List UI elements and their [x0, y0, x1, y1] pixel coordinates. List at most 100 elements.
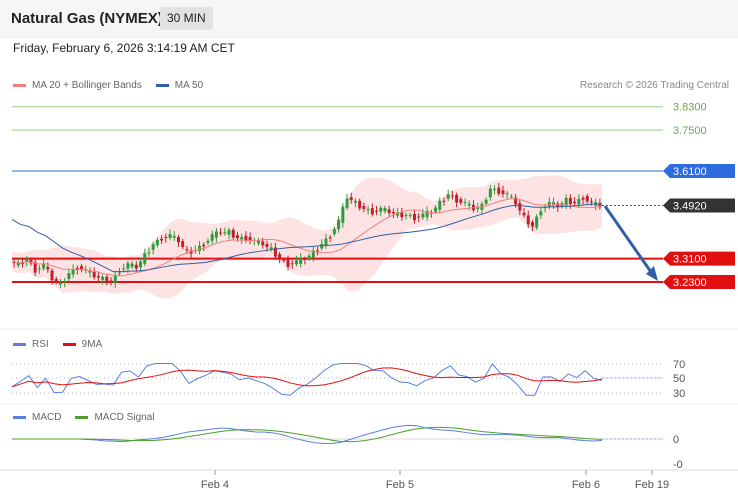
macd-panel: 0 -0	[12, 424, 683, 471]
candle-body	[101, 276, 105, 280]
candle-body	[160, 238, 164, 241]
candle-body	[404, 214, 408, 216]
candle-body	[362, 206, 366, 209]
candle-body	[303, 258, 307, 260]
panel-separators	[0, 328, 738, 471]
candle-body	[168, 234, 172, 238]
candle-body	[526, 215, 530, 225]
candle-body	[223, 232, 227, 234]
candle-body	[198, 245, 202, 252]
candle-body	[501, 190, 505, 195]
candle-body	[58, 282, 62, 285]
candle-body	[294, 260, 298, 265]
candle-body	[202, 244, 206, 247]
candle-body	[509, 196, 513, 198]
candle-body	[332, 229, 336, 235]
candle-body	[442, 200, 446, 202]
candle-body	[400, 212, 404, 218]
candle-body	[105, 276, 109, 283]
candle-body	[307, 255, 311, 259]
candle-body	[324, 238, 328, 246]
support-tag-label: 3.2300	[673, 277, 707, 289]
candle-body	[235, 235, 239, 239]
candle-body	[341, 206, 345, 223]
candle-body	[96, 276, 100, 278]
bollinger-band-area	[12, 175, 602, 299]
candle-body	[328, 237, 332, 239]
candle-body	[50, 270, 54, 281]
candle-body	[214, 231, 218, 238]
macd-level-label: -0	[673, 459, 683, 471]
rsi-panel: 70 50 30	[11, 359, 685, 400]
candle-body	[143, 253, 147, 264]
last-price-tag-label: 3.4920	[673, 200, 707, 212]
candle-body	[438, 200, 442, 210]
rsi-line	[11, 363, 603, 396]
candle-body	[117, 272, 121, 274]
candle-body	[151, 244, 155, 250]
x-tick-label: Feb 19	[635, 479, 669, 491]
candle-body	[181, 241, 185, 247]
candle-body	[54, 279, 58, 282]
candle-body	[463, 201, 467, 203]
candle-body	[278, 254, 282, 259]
candle-body	[210, 234, 214, 241]
candle-body	[522, 212, 526, 216]
resistance-tag-label: 3.6100	[673, 166, 707, 178]
target-level-label: 3.8300	[673, 102, 707, 114]
candle-body	[231, 230, 235, 238]
rsi-level-label: 50	[673, 373, 685, 385]
candle-body	[505, 193, 509, 195]
x-tick-label: Feb 5	[386, 479, 414, 491]
x-tick-label: Feb 4	[201, 479, 229, 491]
candle-body	[113, 274, 117, 284]
candle-body	[467, 203, 471, 206]
candle-body	[345, 198, 349, 208]
price-tags: 3.8300 3.7500 3.6100 3.4920 3.3100 3.2300	[663, 102, 735, 289]
candle-body	[370, 208, 374, 215]
support-tag-label: 3.3100	[673, 254, 707, 266]
candle-body	[353, 200, 357, 203]
price-chart[interactable]: 3.8300 3.7500 3.6100 3.4920 3.3100 3.2300 70 5…	[0, 0, 738, 500]
candle-body	[417, 216, 421, 218]
candle-body	[383, 208, 387, 212]
candle-body	[535, 216, 539, 228]
candle-body	[244, 235, 248, 241]
macd-level-label: 0	[673, 434, 679, 446]
candle-body	[134, 264, 138, 269]
candle-body	[176, 237, 180, 243]
candle-body	[155, 239, 159, 246]
candle-body	[206, 240, 210, 243]
candle-body	[290, 263, 294, 265]
candle-body	[459, 199, 463, 203]
candle-body	[219, 232, 223, 234]
candle-body	[387, 209, 391, 214]
candle-body	[518, 203, 522, 211]
candle-body	[552, 202, 556, 206]
candle-body	[577, 199, 581, 205]
forecast-arrow	[603, 205, 658, 281]
candle-body	[316, 250, 320, 252]
candle-body	[147, 252, 151, 254]
candle-body	[261, 241, 265, 246]
candle-body	[122, 268, 126, 270]
candle-body	[564, 197, 568, 206]
candle-body	[130, 263, 134, 267]
candle-body	[573, 201, 577, 204]
candle-body	[530, 222, 534, 227]
candle-body	[434, 207, 438, 212]
candle-body	[227, 230, 231, 235]
candle-body	[109, 280, 113, 282]
x-axis: Feb 4 Feb 5 Feb 6 Feb 19	[201, 470, 669, 491]
candle-body	[282, 259, 286, 261]
candle-body	[67, 273, 71, 280]
candle-body	[299, 257, 303, 264]
candle-body	[63, 281, 67, 283]
candle-body	[172, 235, 176, 238]
candle-body	[484, 199, 488, 204]
candle-body	[92, 272, 96, 278]
candle-body	[379, 207, 383, 212]
candle-body	[358, 200, 362, 209]
candle-body	[46, 266, 50, 270]
candle-body	[366, 209, 370, 211]
